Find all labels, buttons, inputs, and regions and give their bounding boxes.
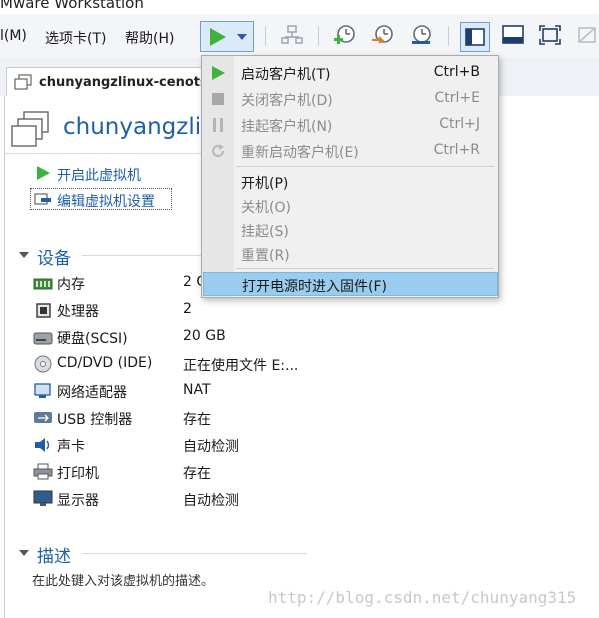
menu-item-label: 开机(P) bbox=[241, 176, 289, 192]
menu-item-label: 挂起(S) bbox=[241, 224, 289, 240]
window-title: Mware Workstation bbox=[0, 0, 144, 12]
snapshot-add-icon bbox=[334, 25, 355, 44]
device-name-printer[interactable]: 打印机 bbox=[57, 463, 99, 483]
power-on-icon bbox=[37, 166, 50, 180]
window-title-bar: Mware Workstation bbox=[0, 0, 599, 14]
vm-large-icon bbox=[11, 111, 49, 147]
device-value-printer: 存在 bbox=[183, 466, 211, 482]
description-heading: 描述 bbox=[37, 547, 71, 567]
menu-item-shortcut: Ctrl+B bbox=[433, 64, 480, 80]
tab-label: chunyangzlinux-cenots7. bbox=[39, 75, 222, 90]
snapshot-manager-button[interactable] bbox=[406, 20, 436, 50]
menu-item-start-guest[interactable]: 启动客户机(T) Ctrl+B bbox=[203, 61, 498, 85]
thumbnail-bar-button[interactable] bbox=[498, 20, 528, 50]
memory-icon bbox=[33, 278, 53, 290]
watermark: http://blog.csdn.net/chunyang315 bbox=[268, 588, 577, 607]
collapse-devices-icon[interactable] bbox=[19, 252, 29, 258]
tab-vm[interactable]: chunyangzlinux-cenots7. bbox=[6, 67, 222, 97]
full-screen-button[interactable] bbox=[535, 20, 565, 50]
menu-item-shortcut: Ctrl+E bbox=[434, 90, 481, 106]
device-value-processor: 2 bbox=[183, 301, 192, 317]
power-dropdown-menu: 启动客户机(T) Ctrl+B 关闭客户机(D) Ctrl+E 挂起客户机(N)… bbox=[201, 55, 499, 298]
power-on-vm-link[interactable]: 开启此虚拟机 bbox=[57, 165, 141, 185]
device-value-network-adapter: NAT bbox=[183, 382, 211, 398]
network-adapter-icon bbox=[34, 383, 51, 398]
menu-item-power-on-to-firmware[interactable]: 打开电源时进入固件(F) bbox=[203, 272, 498, 296]
show-library-button[interactable] bbox=[460, 22, 490, 52]
description-input[interactable]: 在此处键入对该虚拟机的描述。 bbox=[32, 570, 214, 589]
menu-item-shortcut: Ctrl+J bbox=[439, 116, 480, 132]
description-divider bbox=[82, 553, 307, 554]
thumbnail-layout-icon bbox=[502, 25, 524, 44]
network-tree-icon bbox=[281, 25, 303, 44]
snapshot-manager-icon bbox=[412, 25, 431, 44]
device-name-hard-disk[interactable]: 硬盘(SCSI) bbox=[57, 328, 128, 348]
device-name-memory[interactable]: 内存 bbox=[57, 274, 85, 294]
play-icon bbox=[210, 28, 226, 46]
menu-item-power-on[interactable]: 开机(P) bbox=[203, 170, 498, 194]
vm-tab-icon bbox=[14, 74, 32, 90]
menu-item-label: 关闭客户机(D) bbox=[241, 93, 333, 109]
menu-item-label: 挂起客户机(N) bbox=[241, 119, 333, 135]
display-icon bbox=[33, 490, 53, 506]
printer-icon bbox=[33, 463, 53, 480]
processor-icon bbox=[36, 303, 51, 318]
chevron-down-icon[interactable] bbox=[237, 34, 247, 40]
menu-vm[interactable]: l(M) bbox=[0, 28, 27, 44]
take-snapshot-button[interactable] bbox=[330, 20, 360, 50]
device-value-sound-card: 自动检测 bbox=[183, 439, 239, 455]
edit-vm-settings-link[interactable]: 编辑虚拟机设置 bbox=[57, 191, 155, 211]
usb-icon bbox=[34, 412, 52, 423]
sidebar-layout-icon bbox=[465, 28, 485, 46]
device-value-cd-dvd: 正在使用文件 E:... bbox=[183, 358, 299, 374]
power-split-button[interactable] bbox=[200, 21, 254, 52]
device-value-display: 自动检测 bbox=[183, 493, 239, 509]
sound-card-icon bbox=[35, 438, 50, 452]
menu-item-label: 重置(R) bbox=[241, 248, 290, 264]
menu-help[interactable]: 帮助(H) bbox=[125, 28, 174, 48]
edit-settings-icon bbox=[34, 193, 51, 205]
menu-item-label: 启动客户机(T) bbox=[241, 67, 331, 83]
revert-snapshot-button[interactable] bbox=[368, 20, 398, 50]
menu-item-reset[interactable]: 重置(R) bbox=[203, 242, 498, 266]
device-name-processor[interactable]: 处理器 bbox=[57, 301, 99, 321]
fullscreen-icon bbox=[539, 25, 561, 45]
unity-button[interactable] bbox=[572, 20, 599, 50]
snapshot-revert-icon bbox=[372, 25, 393, 44]
unity-icon bbox=[578, 27, 596, 43]
device-name-sound-card[interactable]: 声卡 bbox=[57, 436, 85, 456]
menu-item-label: 重新启动客户机(E) bbox=[241, 145, 359, 161]
device-value-hard-disk: 20 GB bbox=[183, 328, 226, 344]
restart-icon bbox=[212, 144, 224, 157]
menu-item-shutdown-guest[interactable]: 关闭客户机(D) Ctrl+E bbox=[203, 87, 498, 111]
menu-item-suspend[interactable]: 挂起(S) bbox=[203, 218, 498, 242]
pause-icon bbox=[213, 118, 223, 132]
menu-item-restart-guest[interactable]: 重新启动客户机(E) Ctrl+R bbox=[203, 139, 498, 163]
devices-heading: 设备 bbox=[37, 249, 71, 269]
device-name-usb-controller[interactable]: USB 控制器 bbox=[57, 409, 132, 429]
menu-item-label: 关机(O) bbox=[241, 200, 291, 216]
vm-title: chunyangzli bbox=[63, 114, 202, 140]
menu-item-suspend-guest[interactable]: 挂起客户机(N) Ctrl+J bbox=[203, 113, 498, 137]
collapse-description-icon[interactable] bbox=[19, 550, 29, 556]
send-ctrl-alt-del-button[interactable] bbox=[277, 20, 307, 50]
stop-icon bbox=[212, 93, 224, 105]
device-name-cd-dvd[interactable]: CD/DVD (IDE) bbox=[57, 355, 152, 371]
menu-item-label: 打开电源时进入固件(F) bbox=[242, 279, 387, 295]
menu-item-power-off[interactable]: 关机(O) bbox=[203, 194, 498, 218]
cd-dvd-icon bbox=[34, 355, 52, 373]
menu-toolbar: l(M) 选项卡(T) 帮助(H) bbox=[0, 14, 599, 59]
menu-separator bbox=[236, 166, 494, 167]
hard-disk-icon bbox=[33, 332, 53, 345]
play-icon bbox=[212, 66, 225, 80]
menu-tabs[interactable]: 选项卡(T) bbox=[45, 28, 106, 48]
device-name-display[interactable]: 显示器 bbox=[57, 490, 99, 510]
device-value-usb-controller: 存在 bbox=[183, 412, 211, 428]
menu-item-shortcut: Ctrl+R bbox=[433, 142, 480, 158]
menu-separator bbox=[236, 268, 494, 269]
device-name-network-adapter[interactable]: 网络适配器 bbox=[57, 382, 127, 402]
